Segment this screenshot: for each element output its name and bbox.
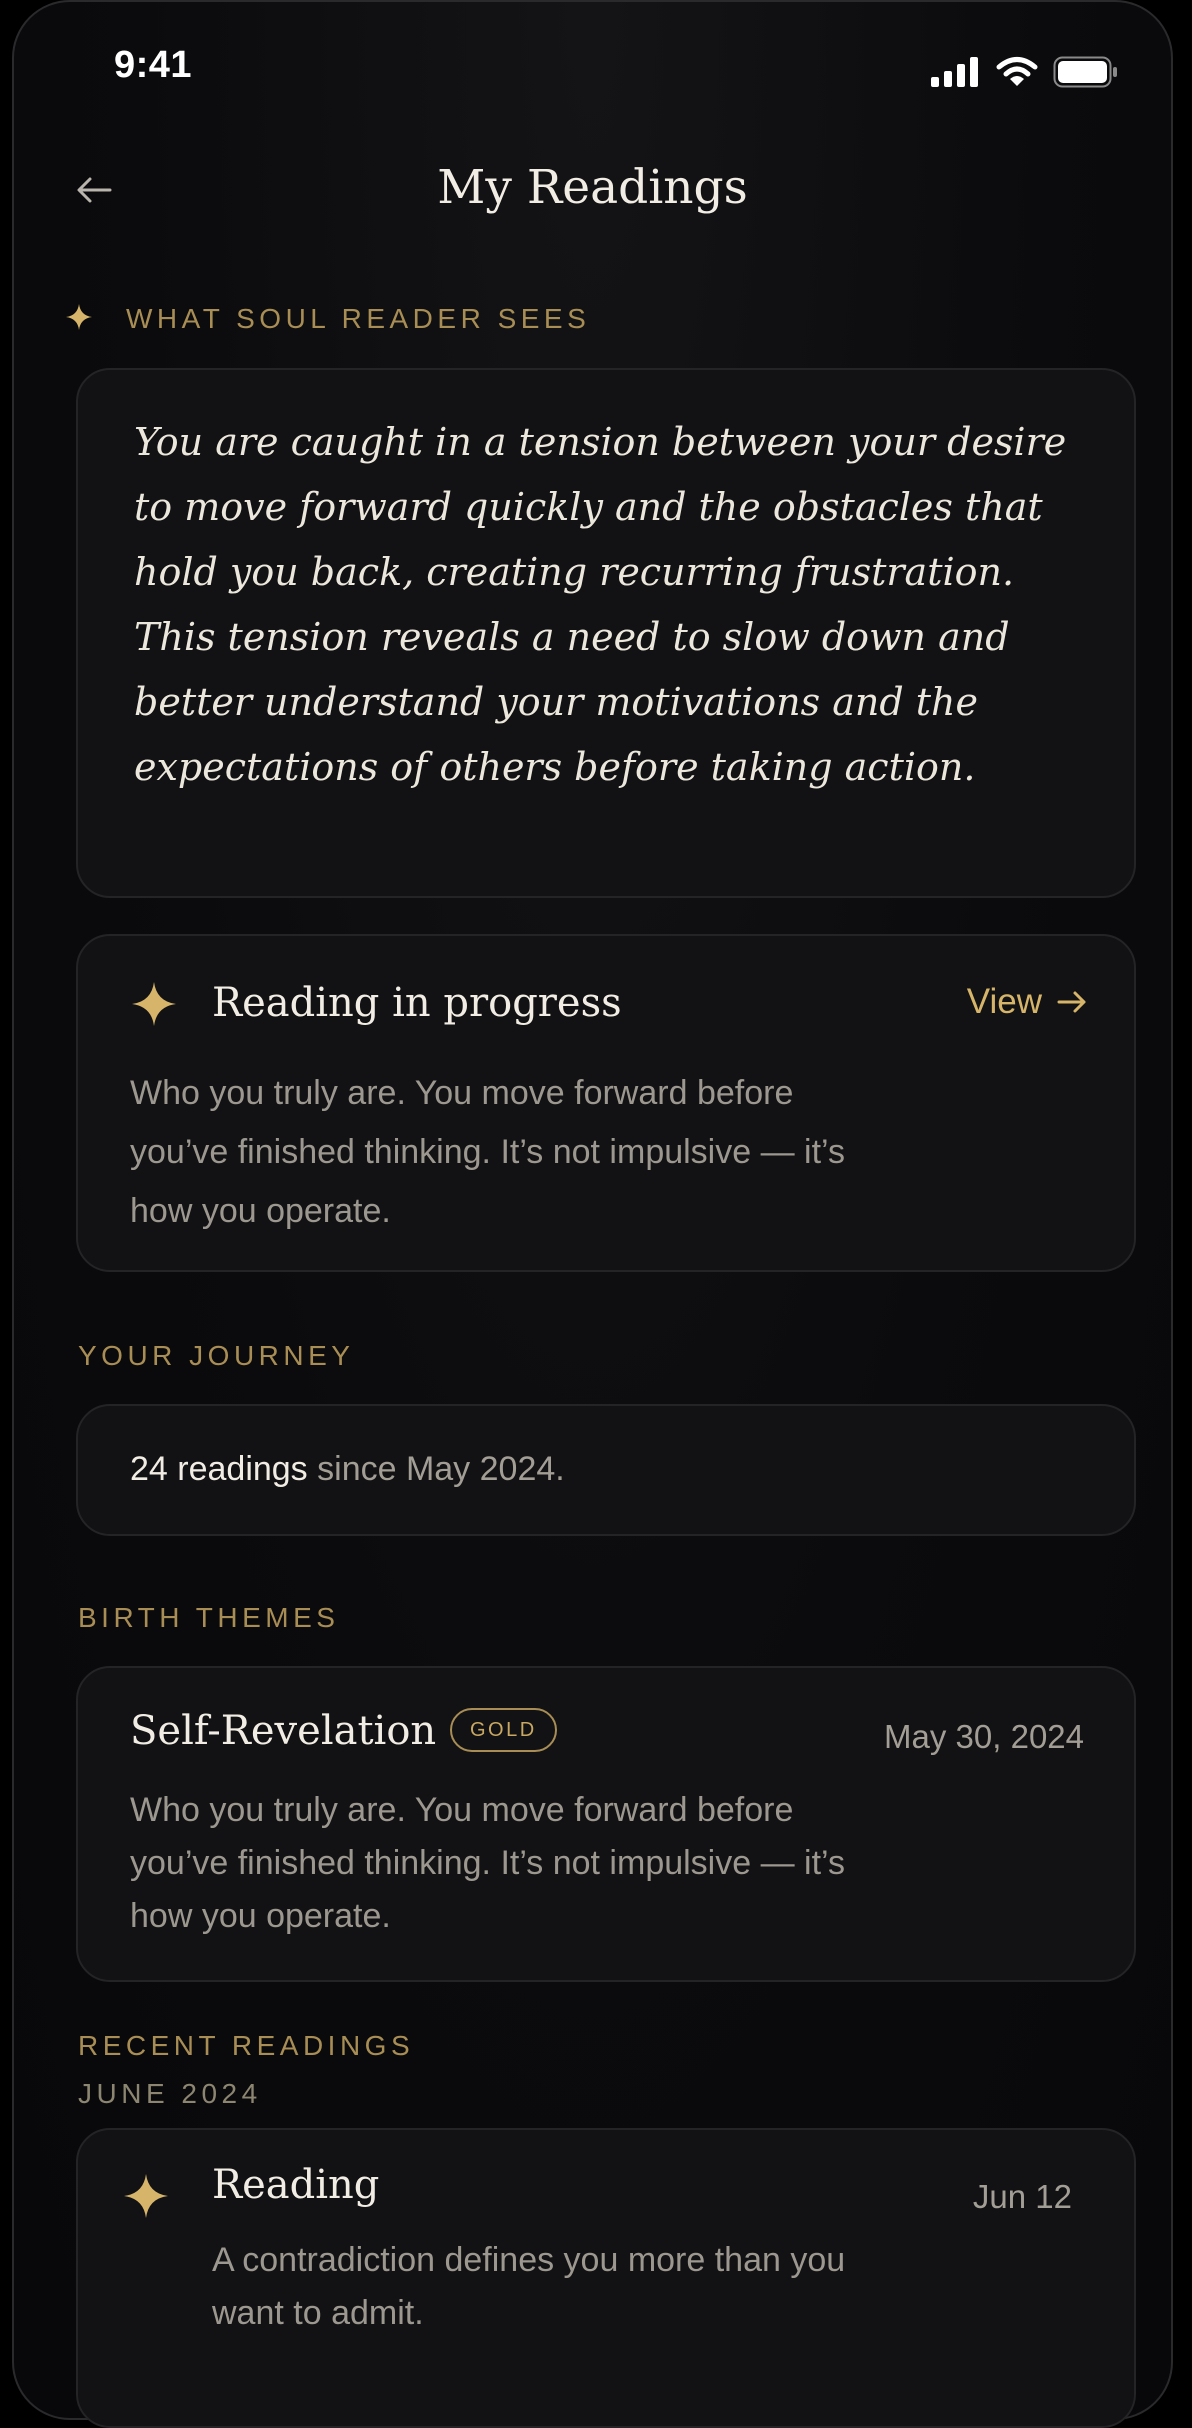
- reading-in-progress-card[interactable]: Reading in progress View Who you truly a…: [76, 934, 1136, 1272]
- status-time: 9:41: [114, 44, 193, 86]
- birth-theme-body: Who you truly are. You move forward befo…: [130, 1791, 845, 1935]
- soul-reader-quote: You are caught in a tension between your…: [134, 420, 1067, 789]
- journey-since: since May 2024.: [307, 1450, 565, 1488]
- recent-readings-month: JUNE 2024: [78, 2078, 262, 2109]
- sparkle-icon: [66, 304, 92, 330]
- recent-reading-body: A contradiction defines you more than yo…: [212, 2241, 846, 2332]
- birth-theme-card[interactable]: Self-Revelation GOLD May 30, 2024 Who yo…: [76, 1666, 1136, 1982]
- journey-card: 24 readings since May 2024.: [76, 1404, 1136, 1536]
- recent-reading-title: Reading: [212, 2162, 380, 2208]
- journey-count: 24 readings: [130, 1450, 308, 1488]
- cellular-signal-icon: [931, 57, 978, 87]
- sparkle-icon: [132, 982, 176, 1026]
- recent-readings-label: RECENT READINGS: [78, 2030, 415, 2061]
- birth-theme-title: Self-Revelation: [130, 1708, 437, 1754]
- reading-in-progress-title: Reading in progress: [212, 980, 622, 1026]
- arrow-right-icon: [1057, 991, 1086, 1013]
- view-link[interactable]: View: [967, 982, 1088, 1022]
- view-link-label: View: [966, 982, 1042, 1021]
- wifi-icon: [996, 57, 1038, 86]
- soul-reader-card: You are caught in a tension between your…: [76, 368, 1136, 898]
- soul-reader-label: WHAT SOUL READER SEES: [126, 303, 591, 334]
- status-icons: [931, 52, 1119, 92]
- birth-theme-date: May 30, 2024: [884, 1718, 1084, 1755]
- sparkle-icon: [124, 2174, 168, 2218]
- phone-screen: 9:41 My Readings WHAT SOUL READER SEES Y: [12, 0, 1173, 2428]
- gold-badge: GOLD: [450, 1708, 557, 1752]
- reading-in-progress-body: Who you truly are. You move forward befo…: [130, 1074, 845, 1230]
- recent-reading-date: Jun 12: [972, 2178, 1072, 2215]
- recent-reading-card[interactable]: Reading Jun 12 A contradiction defines y…: [76, 2128, 1136, 2428]
- page-title: My Readings: [437, 160, 748, 215]
- battery-icon: [1053, 56, 1117, 88]
- birth-themes-label: BIRTH THEMES: [78, 1602, 340, 1633]
- journey-summary: 24 readings since May 2024.: [130, 1450, 565, 1489]
- journey-label: YOUR JOURNEY: [78, 1340, 355, 1371]
